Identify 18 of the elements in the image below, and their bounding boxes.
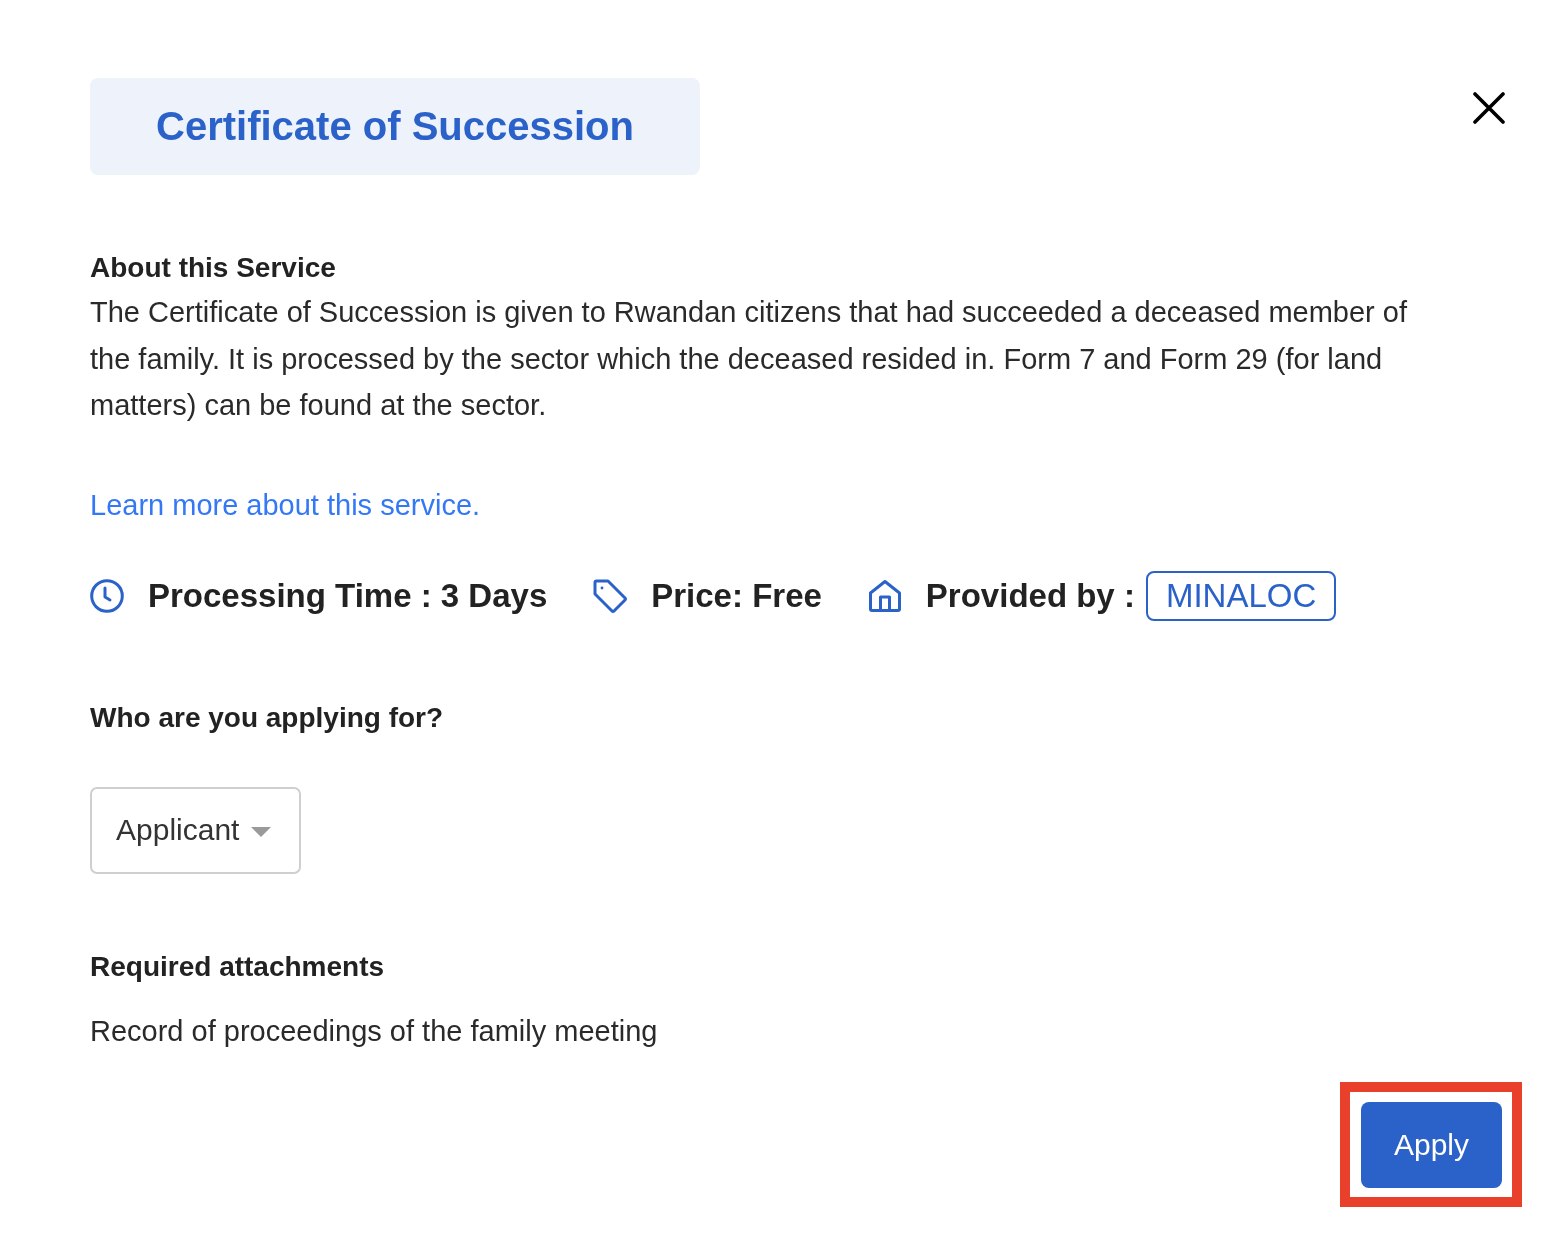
section-heading: About this Service xyxy=(90,251,336,285)
close-icon[interactable] xyxy=(1473,92,1505,124)
learn-more-link[interactable]: Learn more about this service. xyxy=(90,486,481,523)
provider-tag: MINALOC xyxy=(1145,570,1337,621)
tag-icon xyxy=(593,578,628,613)
attachment-item: Record of proceedings of the family meeting xyxy=(90,1013,658,1049)
clock-icon xyxy=(90,578,124,613)
caret-icon xyxy=(251,827,272,837)
service-description: The Certificate of Succession is given to Rwandan citizens that had succeeded a deceased member of the family. It is processed by the sector which the deceased resided in. Form 7 and Form 29 (for land matters) can be found at the sector. xyxy=(90,295,1408,423)
house-icon xyxy=(867,578,902,613)
apply-button[interactable]: Apply xyxy=(1361,1101,1502,1188)
applicant-dropdown[interactable]: Applicant xyxy=(90,786,301,874)
service-title: Certificate of Succession xyxy=(90,78,700,175)
section-heading: Who are you applying for? xyxy=(90,700,444,735)
detail-label: Provided by : xyxy=(925,576,1135,615)
section-heading: Required attachments xyxy=(90,949,385,984)
detail-label: Processing Time : 3 Days xyxy=(148,576,548,615)
detail-label: Price: Free xyxy=(651,576,822,615)
